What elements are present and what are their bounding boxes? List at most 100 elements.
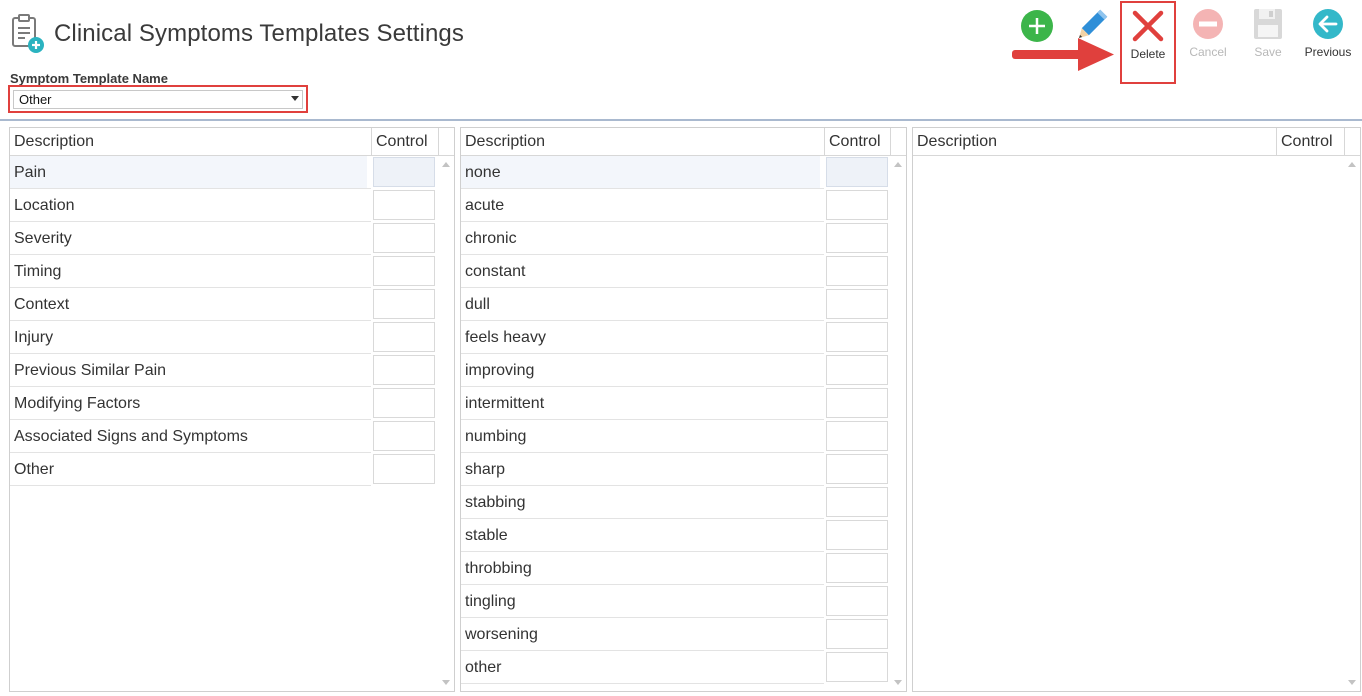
column-header-description[interactable]: Description (913, 128, 1276, 155)
column-header-control[interactable]: Control (371, 128, 438, 155)
scroll-down-icon[interactable] (1348, 680, 1356, 685)
control-cell[interactable] (373, 454, 435, 484)
control-cell[interactable] (826, 322, 888, 352)
column-header-description[interactable]: Description (10, 128, 371, 155)
row-description[interactable]: Timing (10, 255, 367, 287)
vertical-scrollbar[interactable] (890, 156, 906, 691)
cancel-button[interactable]: Cancel (1186, 7, 1230, 63)
save-button[interactable]: Save (1248, 7, 1288, 63)
row-description[interactable]: dull (461, 288, 820, 320)
table-row[interactable]: stabbing (461, 486, 890, 519)
scroll-up-icon[interactable] (894, 162, 902, 167)
column-header-control[interactable]: Control (1276, 128, 1344, 155)
control-cell[interactable] (826, 421, 888, 451)
table-row[interactable]: Other (10, 453, 437, 486)
table-row[interactable]: intermittent (461, 387, 890, 420)
table-row[interactable]: none (461, 156, 890, 189)
table-row[interactable]: Pain (10, 156, 437, 189)
table-row[interactable]: tingling (461, 585, 890, 618)
row-description[interactable]: none (461, 156, 820, 188)
control-cell[interactable] (826, 256, 888, 286)
table-row[interactable]: sharp (461, 453, 890, 486)
previous-button[interactable]: Previous (1300, 7, 1356, 63)
row-description[interactable]: acute (461, 189, 820, 221)
row-description[interactable]: intermittent (461, 387, 820, 419)
table-row[interactable]: Timing (10, 255, 437, 288)
row-description[interactable]: numbing (461, 420, 820, 452)
page-title: Clinical Symptoms Templates Settings (54, 20, 464, 47)
row-description[interactable]: Modifying Factors (10, 387, 367, 419)
control-cell[interactable] (373, 223, 435, 253)
control-cell[interactable] (826, 586, 888, 616)
column-header-control[interactable]: Control (824, 128, 890, 155)
row-description[interactable]: throbbing (461, 552, 820, 584)
scroll-up-icon[interactable] (1348, 162, 1356, 167)
chevron-down-icon[interactable] (291, 96, 299, 101)
row-description[interactable]: stable (461, 519, 820, 551)
scroll-down-icon[interactable] (442, 680, 450, 685)
control-cell[interactable] (826, 355, 888, 385)
row-description[interactable]: chronic (461, 222, 820, 254)
vertical-scrollbar[interactable] (1344, 156, 1360, 691)
row-description[interactable]: Associated Signs and Symptoms (10, 420, 367, 452)
control-cell[interactable] (826, 619, 888, 649)
row-description[interactable]: improving (461, 354, 820, 386)
scroll-down-icon[interactable] (894, 680, 902, 685)
scroll-up-icon[interactable] (442, 162, 450, 167)
column-header-description[interactable]: Description (461, 128, 824, 155)
control-cell[interactable] (826, 454, 888, 484)
control-cell[interactable] (826, 652, 888, 682)
row-description[interactable]: other (461, 651, 820, 683)
row-description[interactable]: feels heavy (461, 321, 820, 353)
control-cell[interactable] (826, 388, 888, 418)
table-row[interactable]: constant (461, 255, 890, 288)
control-cell[interactable] (826, 190, 888, 220)
control-cell[interactable] (826, 553, 888, 583)
table-row[interactable]: Associated Signs and Symptoms (10, 420, 437, 453)
control-cell[interactable] (373, 421, 435, 451)
control-cell[interactable] (826, 289, 888, 319)
template-name-select[interactable]: Other (13, 90, 303, 109)
control-cell[interactable] (373, 388, 435, 418)
table-row[interactable]: numbing (461, 420, 890, 453)
table-row[interactable]: worsening (461, 618, 890, 651)
delete-button[interactable]: Delete (1120, 1, 1176, 84)
control-cell[interactable] (373, 355, 435, 385)
vertical-scrollbar[interactable] (438, 156, 454, 691)
table-row[interactable]: chronic (461, 222, 890, 255)
row-description[interactable]: worsening (461, 618, 820, 650)
row-description[interactable]: sharp (461, 453, 820, 485)
control-cell[interactable] (373, 322, 435, 352)
table-row[interactable]: improving (461, 354, 890, 387)
table-row[interactable]: Location (10, 189, 437, 222)
control-cell[interactable] (826, 520, 888, 550)
table-row[interactable]: feels heavy (461, 321, 890, 354)
control-cell[interactable] (373, 256, 435, 286)
table-row[interactable]: Severity (10, 222, 437, 255)
row-description[interactable]: Context (10, 288, 367, 320)
control-cell[interactable] (373, 289, 435, 319)
control-cell[interactable] (826, 157, 888, 187)
row-description[interactable]: Pain (10, 156, 367, 188)
table-row[interactable]: Previous Similar Pain (10, 354, 437, 387)
row-description[interactable]: Location (10, 189, 367, 221)
row-description[interactable]: Previous Similar Pain (10, 354, 367, 386)
row-description[interactable]: tingling (461, 585, 820, 617)
table-row[interactable]: Modifying Factors (10, 387, 437, 420)
row-description[interactable]: constant (461, 255, 820, 287)
row-description[interactable]: stabbing (461, 486, 820, 518)
table-row[interactable]: Injury (10, 321, 437, 354)
table-row[interactable]: acute (461, 189, 890, 222)
table-row[interactable]: Context (10, 288, 437, 321)
control-cell[interactable] (373, 157, 435, 187)
table-row[interactable]: throbbing (461, 552, 890, 585)
control-cell[interactable] (826, 487, 888, 517)
table-row[interactable]: other (461, 651, 890, 684)
row-description[interactable]: Other (10, 453, 367, 485)
table-row[interactable]: dull (461, 288, 890, 321)
control-cell[interactable] (373, 190, 435, 220)
row-description[interactable]: Severity (10, 222, 367, 254)
control-cell[interactable] (826, 223, 888, 253)
table-row[interactable]: stable (461, 519, 890, 552)
row-description[interactable]: Injury (10, 321, 367, 353)
